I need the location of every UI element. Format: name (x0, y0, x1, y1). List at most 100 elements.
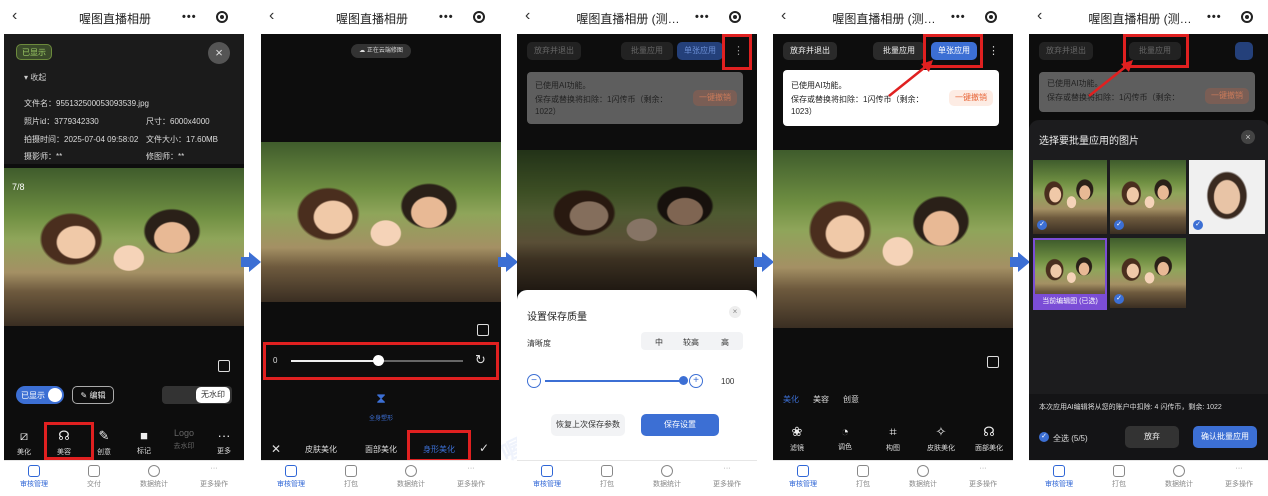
tool-label: 去水印 (173, 443, 195, 450)
batch-apply-button[interactable]: 批量应用 (621, 42, 673, 60)
tool-skin-ai[interactable]: ✧ 皮肤美化 (924, 424, 958, 453)
watermark-switch[interactable]: 无水印 (162, 386, 232, 404)
close-icon[interactable]: × (1241, 130, 1255, 144)
nav-review[interactable]: 审核管理 (4, 461, 64, 496)
nav-pack[interactable]: 打包 (1089, 461, 1149, 496)
tab-face-beauty[interactable]: 美容 (813, 394, 829, 405)
clarity-medium[interactable]: 中 (655, 337, 663, 348)
plus-icon[interactable]: + (689, 374, 703, 388)
page-title: 喔图直播相册 (78, 12, 151, 26)
nav-stats[interactable]: 数据统计 (124, 461, 184, 496)
more-dots-icon[interactable]: ••• (439, 11, 454, 23)
undo-button[interactable]: 一键撤销 (949, 90, 993, 106)
tab-face[interactable]: 面部美化 (365, 444, 397, 455)
family-photo[interactable] (773, 150, 1013, 328)
bottom-nav: 审核管理 打包 数据统计 ··· 更多操作 (517, 460, 757, 496)
nav-more[interactable]: ··· 更多操作 (184, 461, 244, 496)
back-icon[interactable]: ‹ (269, 7, 274, 25)
quality-slider-handle[interactable] (679, 376, 688, 385)
no-watermark-option[interactable]: 无水印 (196, 387, 230, 403)
tab-creative[interactable]: 创意 (843, 394, 859, 405)
edit-button[interactable]: ✎ 编辑 (72, 386, 114, 404)
back-icon[interactable]: ‹ (12, 7, 17, 25)
target-icon[interactable] (985, 11, 997, 23)
nav-more[interactable]: ··· 更多操作 (441, 461, 501, 496)
quality-slider-track[interactable] (545, 380, 685, 382)
nav-more[interactable]: ··· 更多操作 (953, 461, 1013, 496)
tool-more[interactable]: ··· 更多 (207, 428, 241, 457)
close-icon[interactable]: × (729, 306, 741, 318)
top-bar: ‹ 喔图直播相册 (测… ••• (517, 0, 757, 34)
pack-icon (857, 465, 869, 477)
compare-icon[interactable] (218, 360, 230, 372)
tool-filter[interactable]: ❀ 滤镜 (780, 424, 814, 453)
tool-face-ai[interactable]: ☊ 面部美化 (972, 424, 1006, 453)
nav-review[interactable]: 审核管理 (517, 461, 577, 496)
tool-mark[interactable]: ■ 标记 (127, 428, 161, 457)
single-apply-button[interactable] (1235, 42, 1253, 60)
undo-button[interactable]: 一键撤销 (1205, 88, 1249, 104)
nav-deliver[interactable]: 交付 (64, 461, 124, 496)
nav-stats[interactable]: 数据统计 (637, 461, 697, 496)
nav-stats[interactable]: 数据统计 (893, 461, 953, 496)
highlight-box (407, 430, 471, 462)
select-all-check-icon[interactable]: ✓ (1039, 432, 1049, 442)
nav-review[interactable]: 审核管理 (773, 461, 833, 496)
nav-stats[interactable]: 数据统计 (381, 461, 441, 496)
more-dots-icon[interactable]: ••• (1207, 11, 1222, 23)
minus-icon[interactable]: − (527, 374, 541, 388)
more-dots-icon[interactable]: ••• (951, 11, 966, 23)
single-apply-button[interactable]: 单张应用 (677, 42, 723, 60)
nav-more[interactable]: ··· 更多操作 (697, 461, 757, 496)
save-settings-button[interactable]: 保存设置 (641, 414, 719, 436)
more-dots-icon[interactable]: ••• (695, 11, 710, 23)
discard-button[interactable]: 放弃 (1125, 426, 1179, 448)
check-icon[interactable]: ✓ (1114, 294, 1124, 304)
kebab-icon[interactable]: ⋮ (988, 44, 999, 57)
target-icon[interactable] (729, 11, 741, 23)
close-icon[interactable]: ✕ (271, 442, 281, 456)
nav-review[interactable]: 审核管理 (261, 461, 321, 496)
confirm-icon[interactable]: ✓ (479, 441, 489, 455)
family-photo[interactable] (261, 142, 501, 302)
check-icon[interactable]: ✓ (1193, 220, 1203, 230)
back-icon[interactable]: ‹ (1037, 7, 1042, 25)
target-icon[interactable] (1241, 11, 1253, 23)
display-toggle[interactable]: 已显示 (16, 386, 64, 404)
exit-button[interactable]: 放弃并退出 (527, 42, 581, 60)
clarity-higher[interactable]: 较高 (683, 337, 699, 348)
target-icon[interactable] (473, 11, 485, 23)
tab-skin[interactable]: 皮肤美化 (305, 444, 337, 455)
family-photo[interactable] (4, 168, 244, 326)
close-icon[interactable]: × (208, 42, 230, 64)
undo-button[interactable]: 一键撤销 (693, 90, 737, 106)
back-icon[interactable]: ‹ (525, 7, 530, 25)
family-photo[interactable] (517, 150, 757, 290)
nav-pack[interactable]: 打包 (321, 461, 381, 496)
check-icon[interactable]: ✓ (1037, 220, 1047, 230)
tool-logo[interactable]: Logo 去水印 (167, 428, 201, 457)
nav-pack[interactable]: 打包 (577, 461, 637, 496)
tab-beautify[interactable]: 美化 (783, 394, 799, 405)
page-title: 喔图直播相册 (335, 12, 408, 26)
nav-review[interactable]: 审核管理 (1029, 461, 1089, 496)
clarity-high[interactable]: 高 (721, 337, 729, 348)
tool-crop[interactable]: ⌗ 构图 (876, 424, 910, 453)
exit-button[interactable]: 放弃并退出 (783, 42, 837, 60)
compare-icon[interactable] (987, 356, 999, 368)
restore-button[interactable]: 恢复上次保存参数 (551, 414, 625, 436)
more-dots-icon[interactable]: ••• (182, 11, 197, 23)
collapse-toggle[interactable]: ▾ 收起 (24, 72, 46, 83)
check-icon[interactable]: ✓ (1114, 220, 1124, 230)
confirm-batch-button[interactable]: 确认批量应用 (1193, 426, 1257, 448)
select-all-label[interactable]: 全选 (5/5) (1053, 433, 1088, 444)
tool-color[interactable]: ◔ 调色 (828, 424, 862, 453)
nav-stats[interactable]: 数据统计 (1149, 461, 1209, 496)
nav-more[interactable]: ··· 更多操作 (1209, 461, 1268, 496)
nav-pack[interactable]: 打包 (833, 461, 893, 496)
compare-icon[interactable] (477, 324, 489, 336)
target-icon[interactable] (216, 11, 228, 23)
body-shape-option[interactable]: ⧗ 全身塑形 (357, 390, 405, 425)
tool-beautify[interactable]: ⧄ 美化 (7, 428, 41, 457)
back-icon[interactable]: ‹ (781, 7, 786, 25)
